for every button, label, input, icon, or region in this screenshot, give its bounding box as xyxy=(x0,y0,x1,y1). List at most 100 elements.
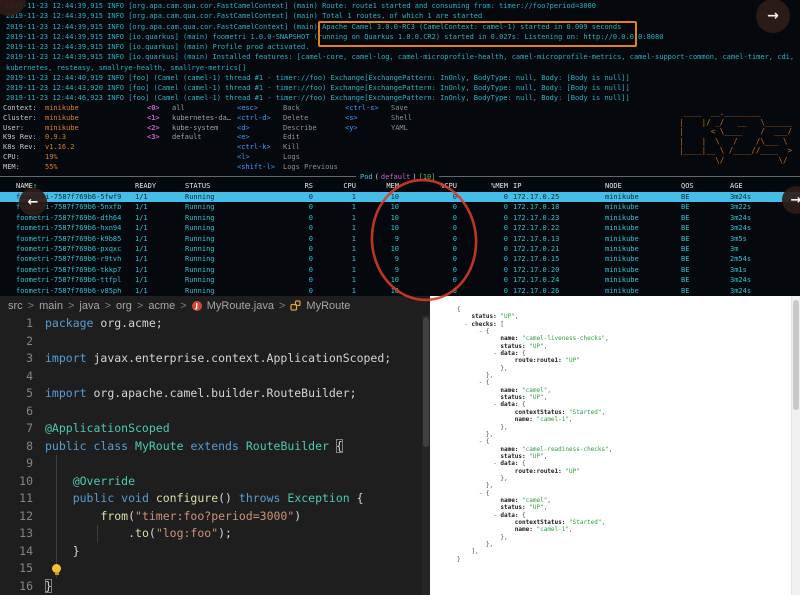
pod-row[interactable]: foometri-7587f769b6-hxn941/1Running01100… xyxy=(0,223,800,233)
code-token: package xyxy=(45,316,93,330)
line-number: 12 xyxy=(0,508,45,526)
json-scrollbar[interactable] xyxy=(791,296,800,595)
pod-row[interactable]: foometri-7587f769b6-r9tvh1/1Running01900… xyxy=(0,254,800,264)
shortcut-item[interactable]: <ctrl-d>Delete xyxy=(237,114,338,124)
pod-cell: foometri-7587f769b6-hxn94 xyxy=(0,223,135,233)
breadcrumb-item[interactable]: main xyxy=(39,300,63,312)
editor-scrollbar-thumb[interactable] xyxy=(423,317,429,447)
breadcrumb-file[interactable]: MyRoute.java xyxy=(207,300,274,312)
json-punct: { xyxy=(518,350,525,357)
pod-cell: Running xyxy=(185,275,280,285)
pod-row[interactable]: foometri-7587f769b6-v85ph1/1Running01100… xyxy=(0,286,800,296)
pod-row[interactable]: foometri-7587f769b6-ttfpl1/1Running01100… xyxy=(0,275,800,285)
pod-cell: 0 xyxy=(280,234,325,244)
namespace-hotkey-item[interactable]: <0>all xyxy=(147,104,231,114)
json-punct: { xyxy=(482,379,489,386)
breadcrumb-item[interactable]: org xyxy=(116,300,132,312)
info-label: K8s Rev: xyxy=(3,143,45,153)
json-key: name: xyxy=(500,446,518,453)
column-header: MEM xyxy=(368,181,411,191)
code-editor[interactable]: src>main>java>org>acme> J MyRoute.java >… xyxy=(0,296,430,595)
shortcut-item[interactable]: <l>Logs xyxy=(237,153,338,163)
code-token xyxy=(45,474,73,488)
nav-prev-button[interactable]: ← xyxy=(19,188,47,216)
pod-row[interactable]: foometri-7587f769b6-pxqxc1/1Running01100… xyxy=(0,244,800,254)
shortcut-item[interactable]: <esc>Back xyxy=(237,104,338,114)
info-value: minikube xyxy=(45,104,79,112)
hotkey: <s> xyxy=(345,114,391,124)
json-value: "Started" xyxy=(569,409,602,416)
json-scrollbar-thumb[interactable] xyxy=(793,300,799,410)
terminal-line: kubernetes, resteasy, smallrye-health, s… xyxy=(6,63,800,73)
namespace-hotkey-item[interactable]: <2>kube-system xyxy=(147,124,231,134)
pod-cell: 0 xyxy=(280,275,325,285)
json-value: "UP" xyxy=(529,504,543,511)
shortcut-item[interactable]: <ctrl-s>Save xyxy=(345,104,412,114)
json-value: "UP" xyxy=(529,343,543,350)
pod-cell: minikube xyxy=(605,286,681,296)
json-punct: , xyxy=(547,497,551,504)
code-line: 14 } xyxy=(0,543,430,561)
json-punct xyxy=(457,313,471,320)
breadcrumb-item[interactable]: java xyxy=(79,300,99,312)
pod-cell: 1/1 xyxy=(135,223,185,233)
info-label: CPU: xyxy=(3,153,45,163)
shortcut-item[interactable]: <ctrl-k>Kill xyxy=(237,143,338,153)
pod-cell: 0 xyxy=(469,244,513,254)
namespace-hotkey-item[interactable]: <3>default xyxy=(147,133,231,143)
breadcrumb-separator: > xyxy=(28,300,34,312)
hotkey-label: Describe xyxy=(283,124,317,132)
breadcrumb-path: src>main>java>org>acme> xyxy=(8,300,187,312)
json-key: data: xyxy=(500,401,518,408)
info-value: v1.16.2 xyxy=(45,143,75,151)
breadcrumb-separator: > xyxy=(105,300,111,312)
pod-row[interactable]: foometri-7587f769b6-tkkp71/1Running01900… xyxy=(0,265,800,275)
pod-row[interactable]: foometri-7587f769b6-5fwf91/1Running01100… xyxy=(0,192,800,202)
hotkey-label: Save xyxy=(391,104,408,112)
json-punct: { xyxy=(518,512,525,519)
code-line: 9 xyxy=(0,455,430,473)
json-key: data: xyxy=(500,460,518,467)
shortcut-item[interactable]: <y>YAML xyxy=(345,124,412,134)
json-punct: , xyxy=(602,519,606,526)
code-token: "log:foo" xyxy=(156,526,218,540)
json-punct xyxy=(457,335,500,342)
pod-row[interactable]: foometri-7587f769b6-dth641/1Running01100… xyxy=(0,213,800,223)
pod-row[interactable]: foometri-7587f769b6-k9b851/1Running01900… xyxy=(0,234,800,244)
shortcut-item[interactable]: <d>Describe xyxy=(237,124,338,134)
shortcut-item[interactable]: <e>Edit xyxy=(237,133,338,143)
namespace-hotkey-item[interactable]: <1>kubernetes-da… xyxy=(147,114,231,124)
paren: ) xyxy=(412,173,416,181)
nav-next-button-top[interactable]: → xyxy=(756,0,790,33)
json-line: name: "camel-liveness-checks", xyxy=(457,335,612,342)
pod-table-header: NAME↑READYSTATUSRSCPUMEM%CPU%MEMIPNODEQO… xyxy=(0,181,800,191)
pod-cell: 1 xyxy=(325,223,368,233)
pod-cell: 1/1 xyxy=(135,275,185,285)
json-line: }, xyxy=(457,365,612,372)
pod-cell: 0 xyxy=(280,244,325,254)
pod-cell: 1/1 xyxy=(135,202,185,212)
line-number: 6 xyxy=(0,403,45,421)
pod-cell: minikube xyxy=(605,244,681,254)
pod-cell: 0 xyxy=(411,265,469,275)
indent-guide xyxy=(56,455,57,578)
code-text: } xyxy=(45,543,80,561)
breadcrumb-item[interactable]: acme xyxy=(148,300,175,312)
pod-cell: 0 xyxy=(280,192,325,202)
hotkey-label: kube-system xyxy=(172,124,218,132)
pod-cell: Running xyxy=(185,286,280,296)
editor-scrollbar[interactable] xyxy=(422,315,430,595)
code-line: 11 public void configure() throws Except… xyxy=(0,490,430,508)
json-punct: { xyxy=(518,401,525,408)
shortcut-item[interactable]: <s>Shell xyxy=(345,114,412,124)
breadcrumb-symbol[interactable]: MyRoute xyxy=(306,300,350,312)
breadcrumb-item[interactable]: src xyxy=(8,300,23,312)
terminal-line: 2019-11-23 12:44:46,923 INFO [foo] (Came… xyxy=(6,93,800,103)
pod-row[interactable]: foometri-7587f769b6-5nxfb1/1Running01100… xyxy=(0,202,800,212)
pod-cell: 0 xyxy=(469,234,513,244)
pod-cell: BE xyxy=(681,254,730,264)
pod-cell: 0 xyxy=(280,286,325,296)
pod-table: foometri-7587f769b6-5fwf91/1Running01100… xyxy=(0,192,800,296)
code-line: 16} xyxy=(0,578,430,595)
lightbulb-icon[interactable] xyxy=(52,564,61,573)
